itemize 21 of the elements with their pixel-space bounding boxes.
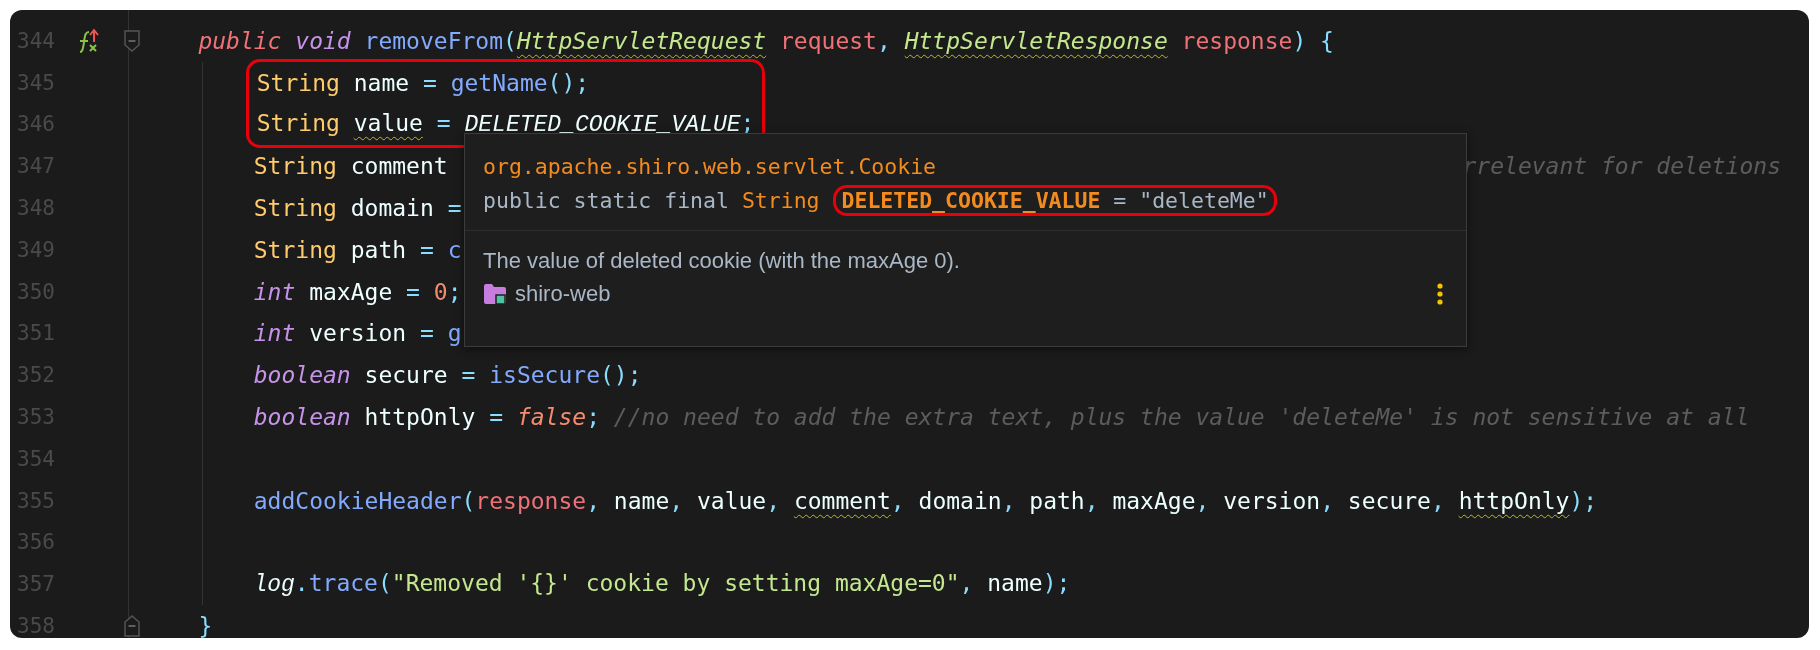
code-line: int maxAge = 0;	[252, 277, 462, 307]
more-options-icon[interactable]	[1436, 282, 1444, 306]
module-name: shiro-web	[515, 281, 611, 307]
code-line: addCookieHeader(response, name, value, comment, domain, path, maxAge, version, secure, httpOnly);	[252, 486, 1598, 516]
folder-icon	[483, 283, 507, 305]
code-line: String name = getName();	[256, 68, 590, 98]
code-line: String path = c	[252, 235, 462, 265]
code-line: int version = g	[252, 319, 462, 349]
code-line: String comment	[252, 152, 448, 182]
code-line: log.trace("Removed '{}' cookie by setting maxAge=0", name);	[252, 569, 1071, 601]
code-comment: rrelevant for deletions	[1462, 152, 1781, 182]
fold-marker-icon[interactable]	[123, 29, 140, 52]
field-signature: public static final String DELETED_COOKIE_VALUE = "deleteMe"	[483, 184, 1448, 218]
code-line: boolean secure = isSecure();	[252, 361, 642, 391]
qualified-class-name: org.apache.shiro.web.servlet.Cookie	[483, 153, 938, 181]
description-text: The value of deleted cookie (with the maxAge 0).	[483, 247, 961, 275]
code-line: public void removeFrom(HttpServletRequest request, HttpServletResponse response) {	[197, 26, 1334, 56]
code-line: String domain =	[252, 194, 462, 224]
fold-marker-icon[interactable]	[123, 615, 140, 638]
code-line: }	[197, 612, 213, 638]
code-line: boolean httpOnly = false; //no need to add the extra text, plus the value 'deleteMe' is not sensitive at all	[252, 403, 1750, 433]
